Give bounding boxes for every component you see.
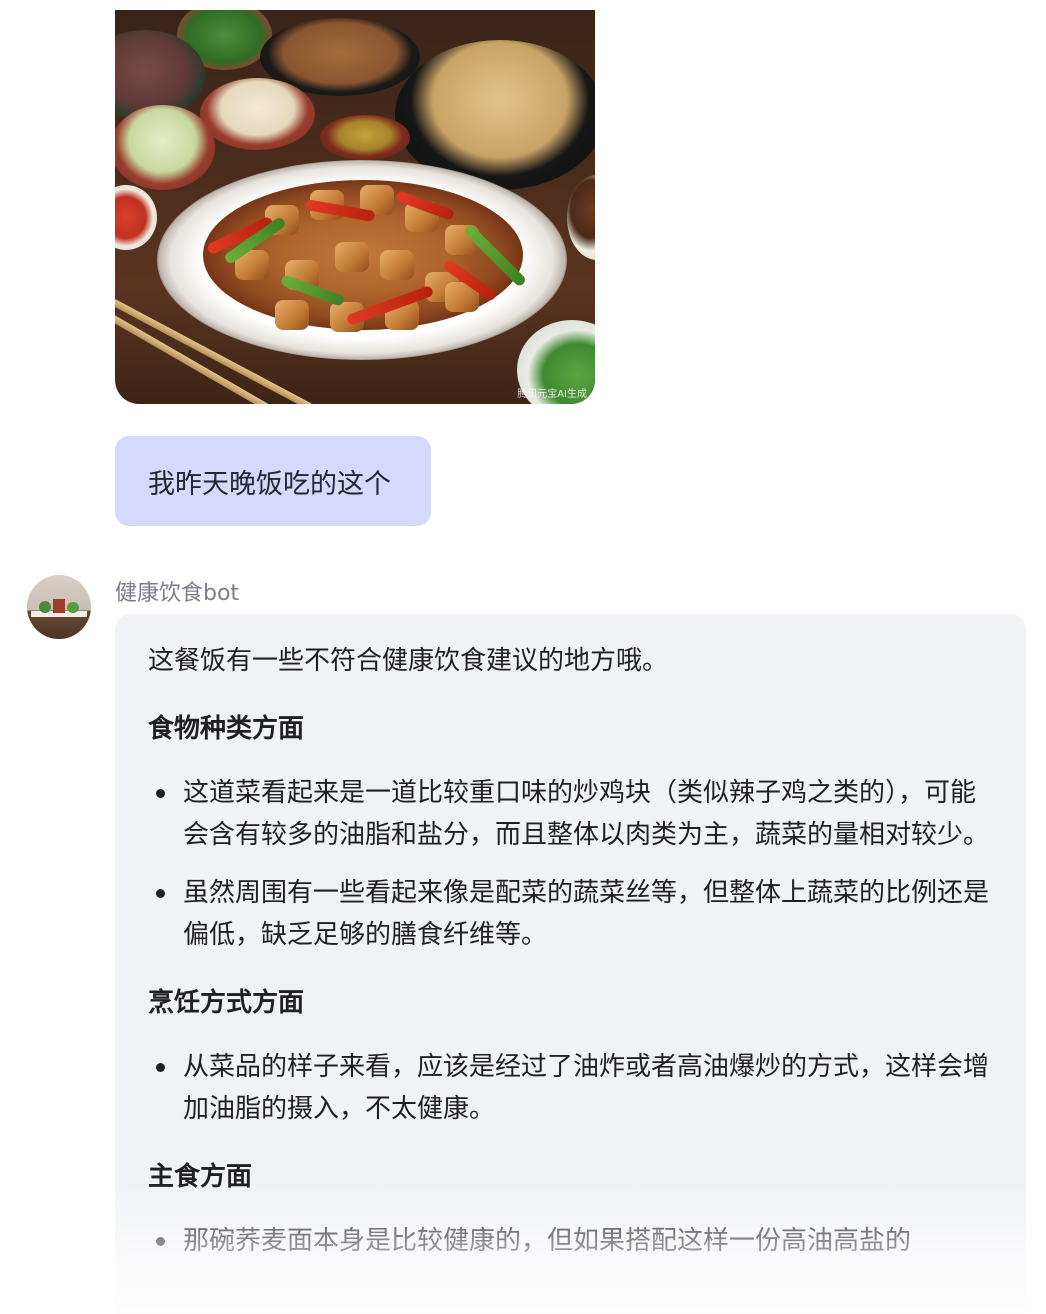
photo-cup xyxy=(567,175,595,260)
bullet-list: 这道菜看起来是一道比较重口味的炒鸡块（类似辣子鸡之类的），可能会含有较多的油脂和… xyxy=(148,772,993,956)
bullet-item: 从菜品的样子来看，应该是经过了油炸或者高油爆炒的方式，这样会增加油脂的摄入，不太… xyxy=(148,1046,993,1130)
bot-intro-text: 这餐饭有一些不符合健康饮食建议的地方哦。 xyxy=(148,646,669,676)
section-heading: 食物种类方面 xyxy=(148,714,305,744)
photo-chicken-piece xyxy=(335,242,369,272)
user-message-bubble[interactable]: 我昨天晚饭吃的这个 xyxy=(115,436,431,526)
photo-cabbage-bowl xyxy=(115,105,215,190)
bullet-item: 这道菜看起来是一道比较重口味的炒鸡块（类似辣子鸡之类的），可能会含有较多的油脂和… xyxy=(148,772,993,856)
avatar-plant xyxy=(39,601,51,613)
bot-message-bubble[interactable]: 这餐饭有一些不符合健康饮食建议的地方哦。 食物种类方面 这道菜看起来是一道比较重… xyxy=(115,614,1026,1314)
bullet-item: 虽然周围有一些看起来像是配菜的蔬菜丝等，但整体上蔬菜的比例还是偏低，缺乏足够的膳… xyxy=(148,872,993,956)
bot-avatar[interactable] xyxy=(27,575,91,639)
section-heading: 烹饪方式方面 xyxy=(148,988,305,1018)
user-message-text: 我昨天晚饭吃的这个 xyxy=(148,468,391,500)
bullet-list: 从菜品的样子来看，应该是经过了油炸或者高油爆炒的方式，这样会增加油脂的摄入，不太… xyxy=(148,1046,993,1130)
bullet-item: 那碗荞麦面本身是比较健康的，但如果搭配这样一份高油高盐的 xyxy=(148,1220,993,1262)
photo-chicken-piece xyxy=(380,250,414,280)
avatar-plant xyxy=(67,602,79,613)
food-photo[interactable]: 腾讯元宝AI生成 xyxy=(115,10,595,404)
section-heading: 主食方面 xyxy=(148,1162,253,1192)
bullet-list: 那碗荞麦面本身是比较健康的，但如果搭配这样一份高油高盐的 xyxy=(148,1220,993,1262)
avatar-box xyxy=(53,599,65,613)
photo-daikon-bowl xyxy=(200,78,315,150)
photo-chicken-piece xyxy=(275,300,309,330)
photo-watermark: 腾讯元宝AI生成 xyxy=(517,389,587,400)
bot-name: 健康饮食bot xyxy=(115,581,240,606)
chat-page: 腾讯元宝AI生成 我昨天晚饭吃的这个 健康饮食bot 这餐饭有一些不符合健康饮食… xyxy=(0,0,1046,1314)
photo-chili-dish xyxy=(115,185,157,250)
photo-sauce-bowl xyxy=(320,115,410,160)
